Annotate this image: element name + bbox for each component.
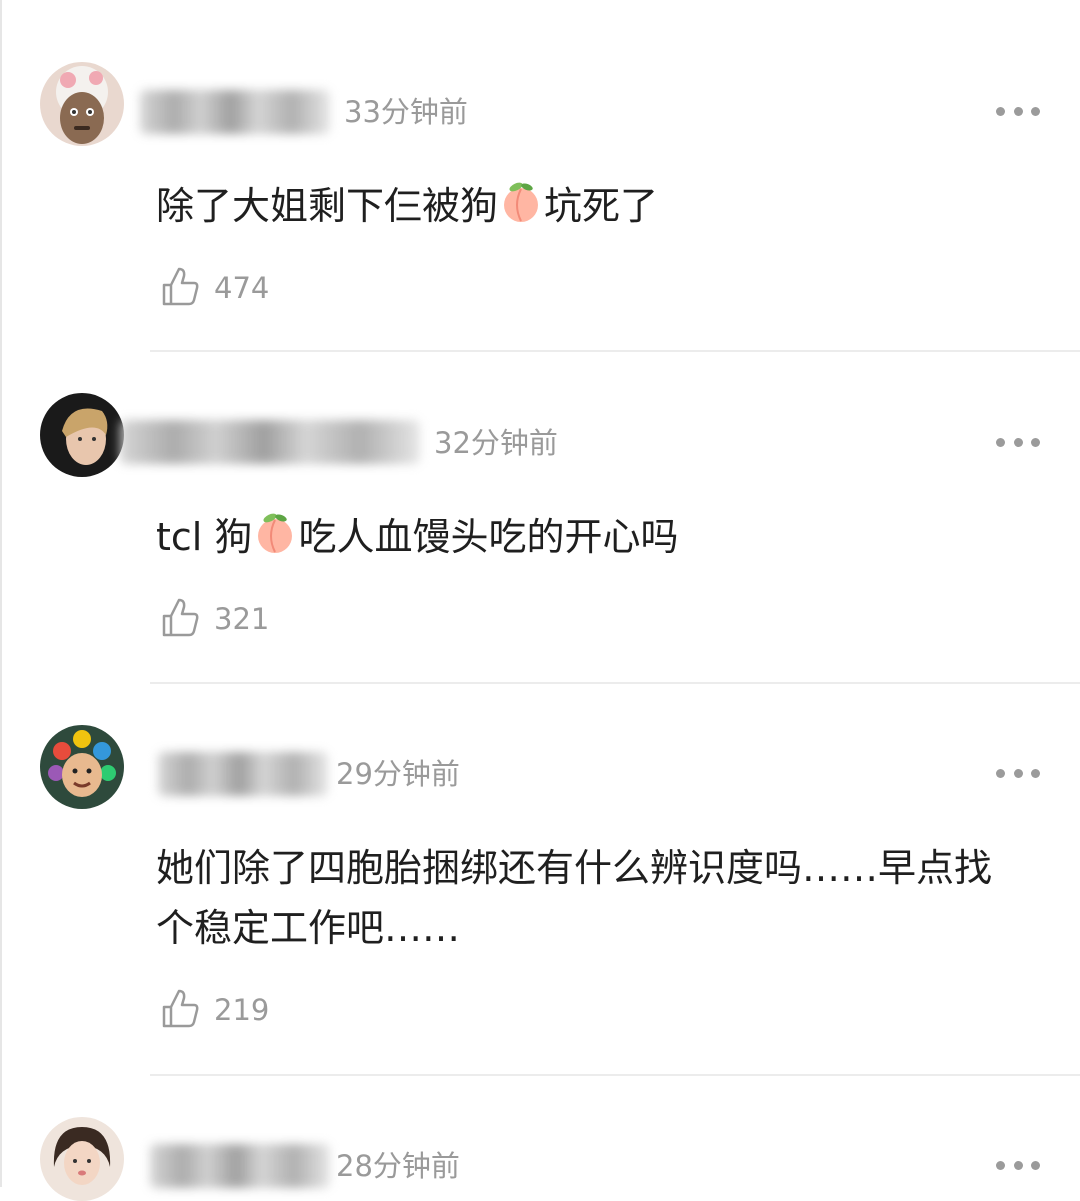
comment-text: 除了大姐剩下仨被狗 坑死了 (156, 176, 1046, 242)
comment-text-line: 她们除了四胞胎捆绑还有什么辨识度吗……早点找 (156, 846, 993, 890)
like-count: 474 (214, 271, 270, 305)
avatar[interactable] (40, 393, 124, 477)
username-blurred[interactable] (158, 752, 328, 796)
thumbs-up-icon (160, 987, 200, 1033)
comment-text: tcl 狗 吃人血馒头吃的开心吗 (156, 507, 1046, 573)
thumbs-up-icon (160, 265, 200, 311)
avatar[interactable] (40, 62, 124, 146)
avatar[interactable] (40, 725, 124, 809)
username-blurred[interactable] (150, 1144, 330, 1188)
like-count: 321 (214, 602, 270, 636)
comment-time: 28分钟前 (336, 1149, 460, 1183)
username-blurred[interactable] (120, 420, 420, 464)
divider (150, 682, 1080, 684)
more-icon[interactable] (996, 104, 1040, 118)
more-icon[interactable] (996, 435, 1040, 449)
comment-time: 29分钟前 (336, 757, 460, 791)
like-button[interactable]: 219 (160, 988, 269, 1032)
comment-text-part: 坑死了 (544, 184, 659, 228)
left-edge-line (0, 0, 2, 1187)
username-blurred[interactable] (140, 90, 330, 134)
comment-text-line: 个稳定工作吧…… (156, 906, 461, 950)
like-button[interactable]: 321 (160, 597, 269, 641)
avatar[interactable] (40, 1117, 124, 1201)
more-icon[interactable] (996, 766, 1040, 780)
like-button[interactable]: 474 (160, 266, 269, 310)
more-icon[interactable] (996, 1158, 1040, 1172)
peach-emoji-icon (498, 179, 544, 242)
comment-text-part: 除了大姐剩下仨被狗 (156, 184, 499, 228)
thumbs-up-icon (160, 596, 200, 642)
comment-text-part: 吃人血馒头吃的开心吗 (298, 515, 679, 559)
comment-time: 32分钟前 (434, 426, 558, 460)
divider (150, 350, 1080, 352)
divider (150, 1074, 1080, 1076)
peach-emoji-icon (252, 510, 298, 573)
comment-text-part: tcl 狗 (156, 515, 253, 559)
comment-time: 33分钟前 (344, 95, 468, 129)
like-count: 219 (214, 993, 270, 1027)
comment-text: 她们除了四胞胎捆绑还有什么辨识度吗……早点找 个稳定工作吧…… (156, 838, 1046, 958)
